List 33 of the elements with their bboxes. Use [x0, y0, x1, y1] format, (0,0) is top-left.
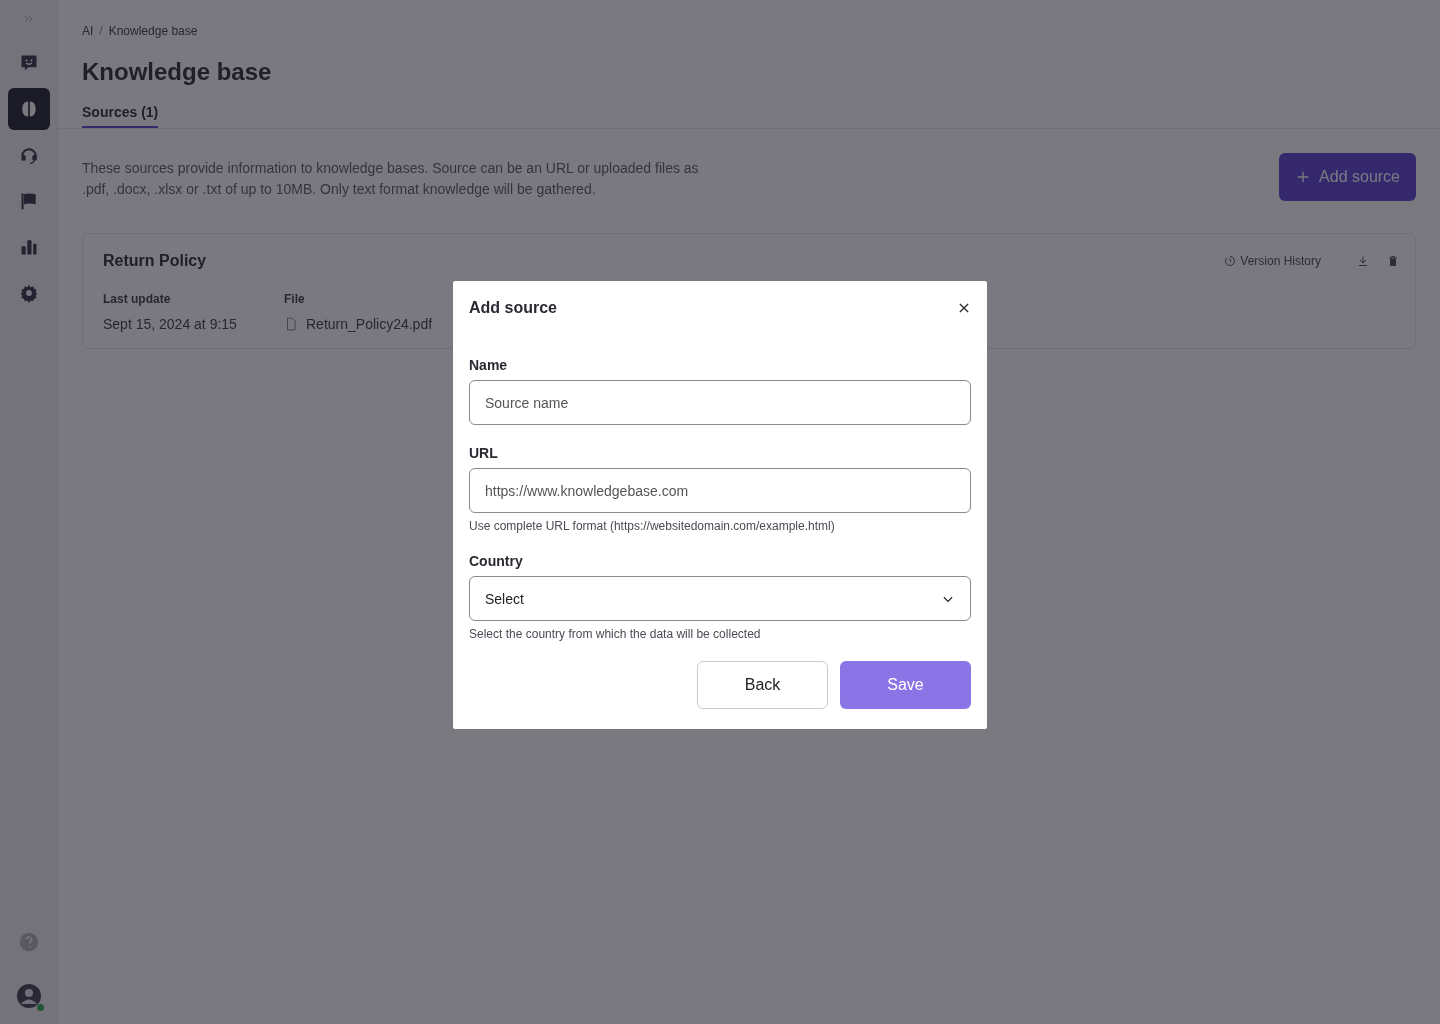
country-select[interactable]: Select	[469, 576, 971, 621]
download-icon[interactable]	[1357, 255, 1369, 267]
input-field[interactable]: https://www.knowledgebase.com	[469, 468, 971, 513]
breadcrumb-link[interactable]: AI	[82, 24, 94, 38]
last-update-value: Sept 15, 2024 at 9:15	[103, 316, 238, 332]
version-history-button[interactable]: Version History	[1218, 253, 1327, 269]
pdf-file-icon	[284, 317, 298, 331]
trash-icon[interactable]	[1387, 255, 1399, 267]
close-icon[interactable]	[957, 301, 971, 315]
back-button[interactable]: Back	[697, 661, 828, 709]
breadcrumb-link[interactable]: Knowledge base	[108, 24, 198, 38]
input-field[interactable]: Source name	[469, 380, 971, 425]
field-label: Country	[469, 553, 524, 569]
file-name[interactable]: Return_Policy24.pdf	[306, 316, 433, 332]
field-hint: Select the country from which the data will be collected	[469, 627, 762, 641]
dialog-title: Add source	[469, 299, 557, 317]
column-label: File	[284, 292, 306, 306]
avatar[interactable]	[16, 984, 41, 1008]
field-hint: Use complete URL format (https://websitedomain.com/example.html)	[469, 519, 836, 533]
user-icon	[16, 984, 41, 1008]
field-label: URL	[469, 445, 499, 461]
column-label: Last update	[103, 292, 172, 306]
breadcrumb-separator: /	[99, 24, 103, 38]
field-label: Name	[469, 357, 509, 373]
nav-item[interactable]	[7, 88, 50, 130]
tab[interactable]: Sources (1)	[82, 104, 159, 128]
settings-icon	[18, 283, 39, 303]
headset-icon	[18, 145, 39, 165]
description: These sources provide information to knowledge bases. Source can be an URL or uploaded files as .pdf, .docx, .xlsx or .txt of up to 10MB. Only text format knowledge will be gathered.	[82, 159, 700, 199]
source-name: Return Policy	[103, 252, 208, 270]
page-title: Knowledge base	[82, 58, 273, 86]
history-icon	[1224, 255, 1237, 267]
add-source-button[interactable]: Add source	[1279, 153, 1416, 201]
